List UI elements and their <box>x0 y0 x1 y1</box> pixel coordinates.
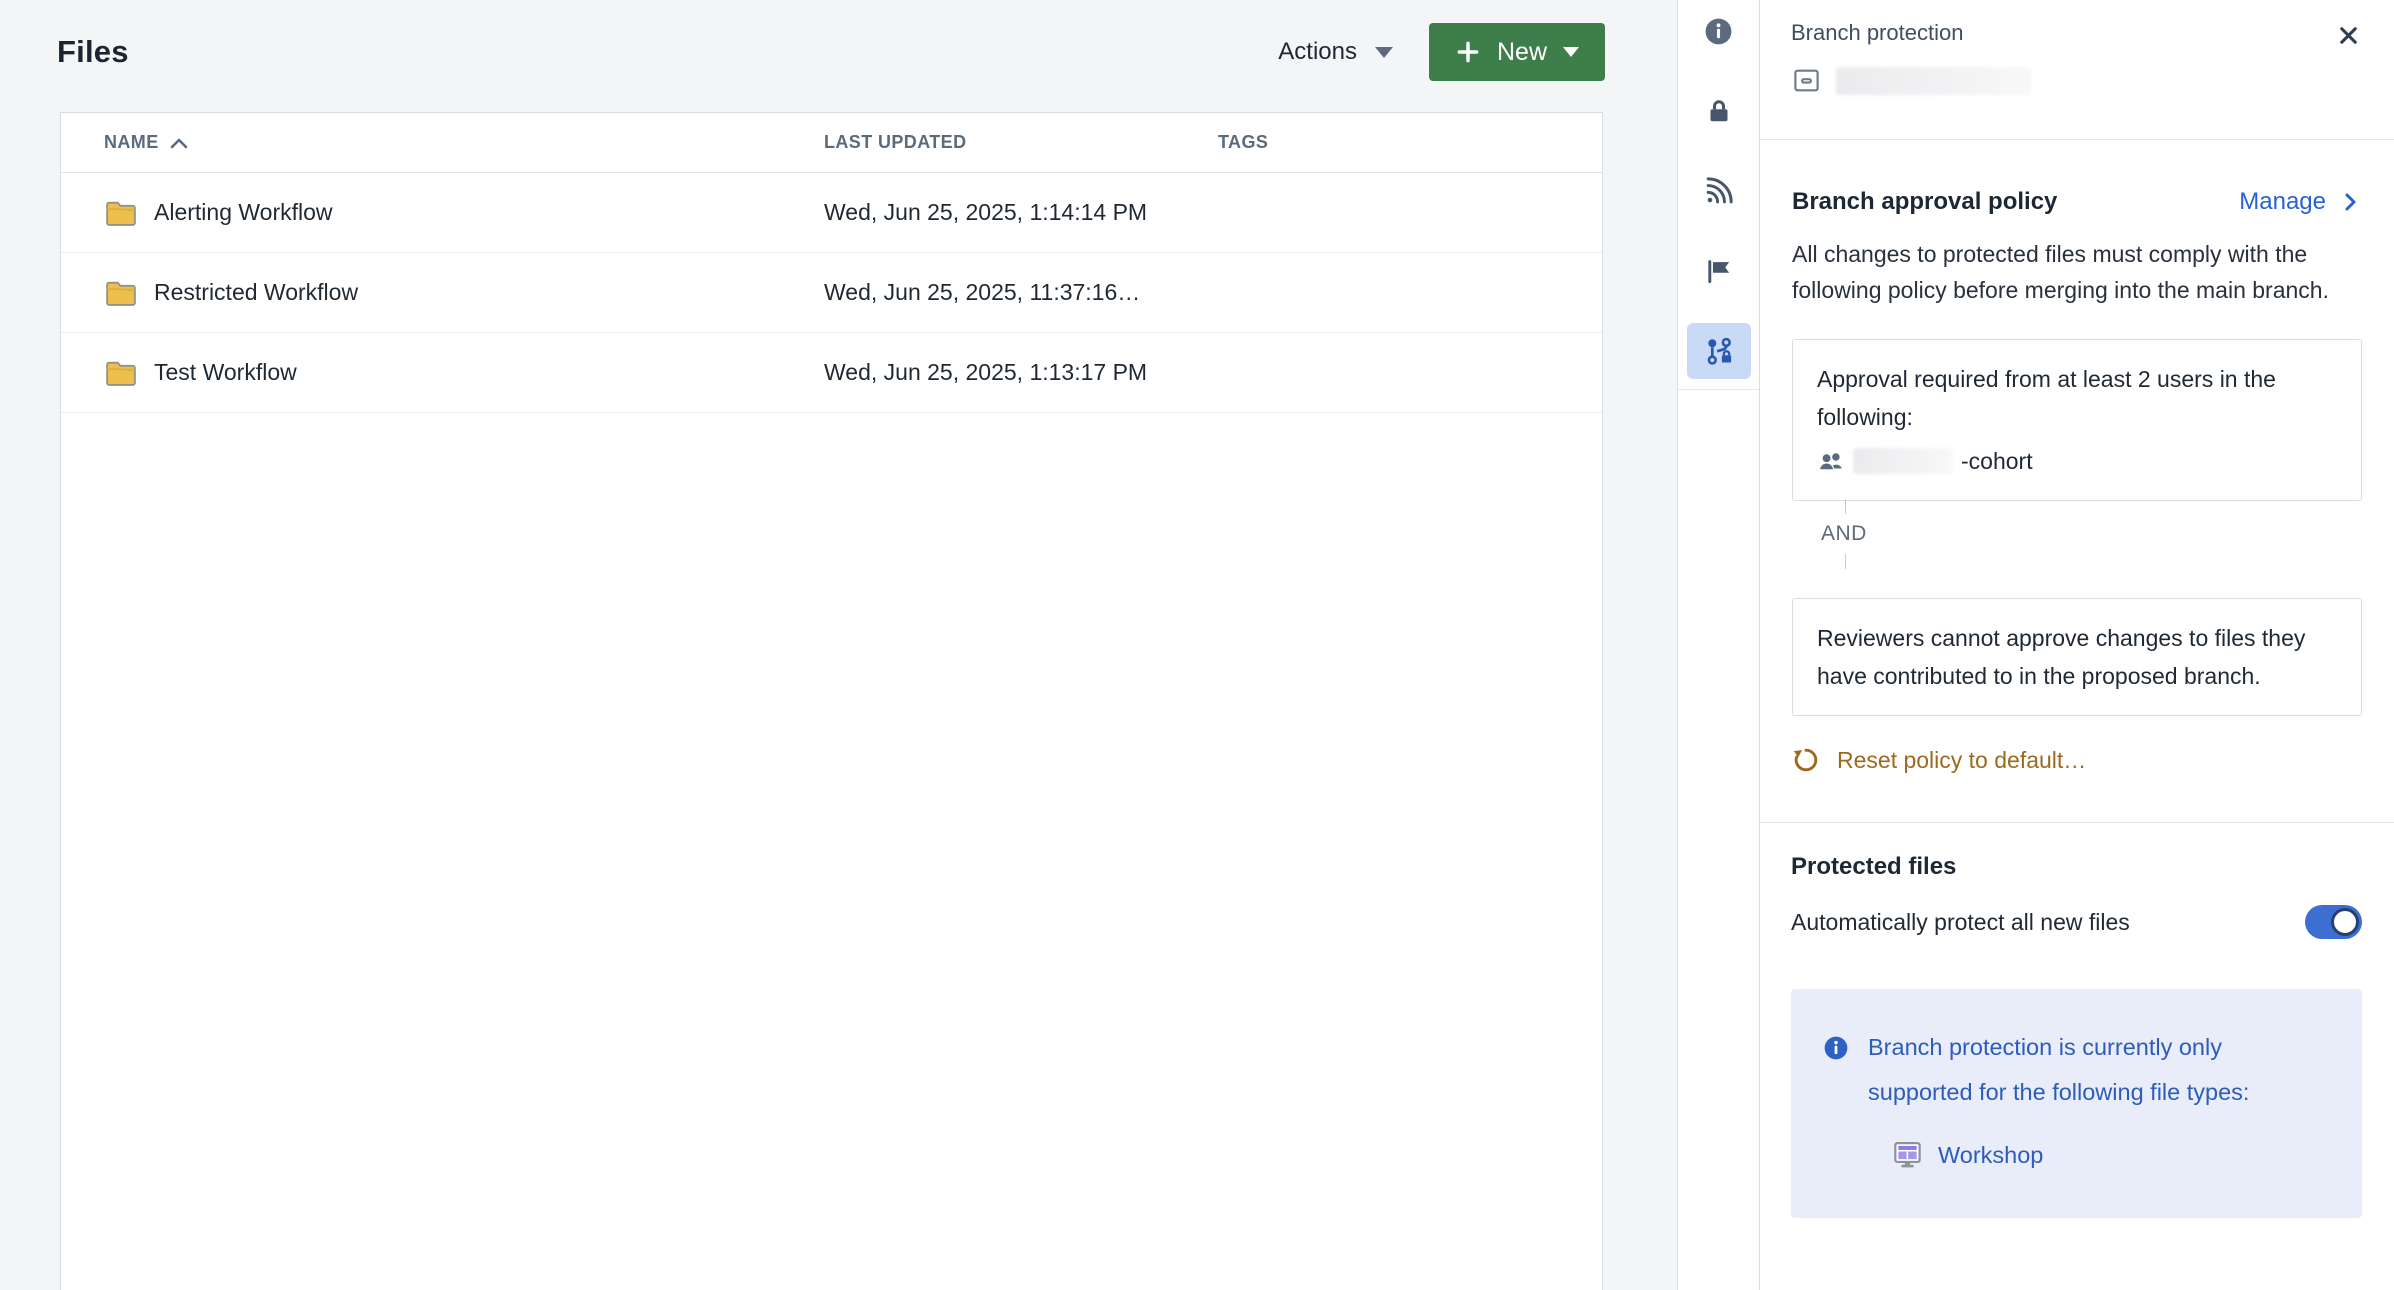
tab-branch-protection[interactable] <box>1687 323 1751 379</box>
callout-text: Branch protection is currently only supp… <box>1868 1025 2332 1115</box>
manage-link-label: Manage <box>2239 188 2326 216</box>
chevron-down-icon <box>1375 47 1393 58</box>
file-name: Test Workflow <box>154 359 297 386</box>
panel-title: Branch protection <box>1791 20 1963 46</box>
and-label: AND <box>1821 522 2362 546</box>
toolbar-actions: Actions New <box>1278 23 1605 81</box>
reset-icon <box>1792 746 1820 774</box>
tab-info[interactable] <box>1687 3 1751 59</box>
flag-icon <box>1704 257 1733 286</box>
branch-approval-policy-section: Branch approval policy Manage All change… <box>1760 140 2394 822</box>
reset-policy-label: Reset policy to default… <box>1837 747 2086 774</box>
tab-permissions[interactable] <box>1687 83 1751 139</box>
close-panel-button[interactable] <box>2333 20 2364 51</box>
approval-policy-description: All changes to protected files must comp… <box>1792 236 2348 308</box>
manage-link[interactable]: Manage <box>2239 188 2362 216</box>
page-title: Files <box>57 34 129 70</box>
files-main-area: Files Actions New NAME <box>0 0 1677 1290</box>
workshop-icon <box>1892 1140 1923 1171</box>
file-name: Alerting Workflow <box>154 199 333 226</box>
supported-filetype-row: Workshop <box>1892 1133 2332 1178</box>
plus-icon <box>1455 39 1481 65</box>
folder-icon <box>104 358 138 388</box>
column-header-last-updated[interactable]: LAST UPDATED <box>824 132 1218 153</box>
table-row[interactable]: Alerting Workflow Wed, Jun 25, 2025, 1:1… <box>61 173 1602 253</box>
file-last-updated: Wed, Jun 25, 2025, 1:14:14 PM <box>824 199 1218 226</box>
lock-icon <box>1704 96 1734 126</box>
folder-icon <box>104 278 138 308</box>
folder-icon <box>104 198 138 228</box>
info-callout: Branch protection is currently only supp… <box>1791 989 2362 1218</box>
file-last-updated: Wed, Jun 25, 2025, 1:13:17 PM <box>824 359 1218 386</box>
chevron-down-icon <box>1563 47 1579 57</box>
files-table: NAME LAST UPDATED TAGS <box>60 112 1603 1290</box>
column-header-name-label: NAME <box>104 132 159 153</box>
column-header-tags[interactable]: TAGS <box>1218 132 1602 153</box>
side-panel-tablist <box>1678 0 1759 390</box>
actions-button-label: Actions <box>1278 38 1357 66</box>
feed-rss-icon <box>1703 176 1734 207</box>
panel-header: Branch protection <box>1760 0 2394 140</box>
chevron-right-icon <box>2338 190 2362 214</box>
column-header-name[interactable]: NAME <box>61 132 824 153</box>
policy-rule-2-text: Reviewers cannot approve changes to file… <box>1817 619 2337 695</box>
close-icon <box>2335 22 2362 49</box>
table-row[interactable]: Restricted Workflow Wed, Jun 25, 2025, 1… <box>61 253 1602 333</box>
branch-protection-icon <box>1703 336 1734 367</box>
tab-activity-feed[interactable] <box>1687 163 1751 219</box>
info-icon <box>1823 1035 1849 1178</box>
resource-row <box>1791 65 2364 96</box>
workshop-label: Workshop <box>1938 1133 2043 1178</box>
auto-protect-label: Automatically protect all new files <box>1791 909 2130 936</box>
info-icon <box>1703 16 1734 47</box>
reset-policy-link[interactable]: Reset policy to default… <box>1792 746 2086 822</box>
archive-box-icon <box>1791 65 1822 96</box>
actions-button[interactable]: Actions <box>1278 38 1393 66</box>
sort-ascending-icon <box>169 136 189 150</box>
file-name: Restricted Workflow <box>154 279 358 306</box>
policy-rule-card-1: Approval required from at least 2 users … <box>1792 339 2362 501</box>
policy-connector: AND <box>1792 501 2362 567</box>
group-name-suffix: -cohort <box>1961 442 2033 480</box>
files-toolbar: Files Actions New <box>57 23 1605 81</box>
side-panel-tabstrip <box>1677 0 1760 1290</box>
policy-rule-1-text: Approval required from at least 2 users … <box>1817 360 2337 436</box>
new-button[interactable]: New <box>1429 23 1605 81</box>
table-row[interactable]: Test Workflow Wed, Jun 25, 2025, 1:13:17… <box>61 333 1602 413</box>
approval-policy-heading: Branch approval policy <box>1792 188 2057 216</box>
new-button-label: New <box>1497 38 1547 67</box>
file-last-updated: Wed, Jun 25, 2025, 11:37:16… <box>824 279 1218 306</box>
files-table-header: NAME LAST UPDATED TAGS <box>61 113 1602 173</box>
policy-rule-card-2: Reviewers cannot approve changes to file… <box>1792 598 2362 716</box>
users-icon <box>1817 448 1845 474</box>
protected-files-heading: Protected files <box>1791 853 2362 881</box>
redacted-group-name <box>1853 448 1953 474</box>
protected-files-section: Protected files Automatically protect al… <box>1760 822 2394 1218</box>
files-table-body: Alerting Workflow Wed, Jun 25, 2025, 1:1… <box>61 173 1602 413</box>
auto-protect-toggle[interactable] <box>2305 905 2362 939</box>
tab-flags[interactable] <box>1687 243 1751 299</box>
toggle-knob <box>2331 908 2359 936</box>
redacted-resource-name <box>1836 67 2031 95</box>
branch-protection-panel: Branch protection Branch approval policy <box>1760 0 2394 1290</box>
